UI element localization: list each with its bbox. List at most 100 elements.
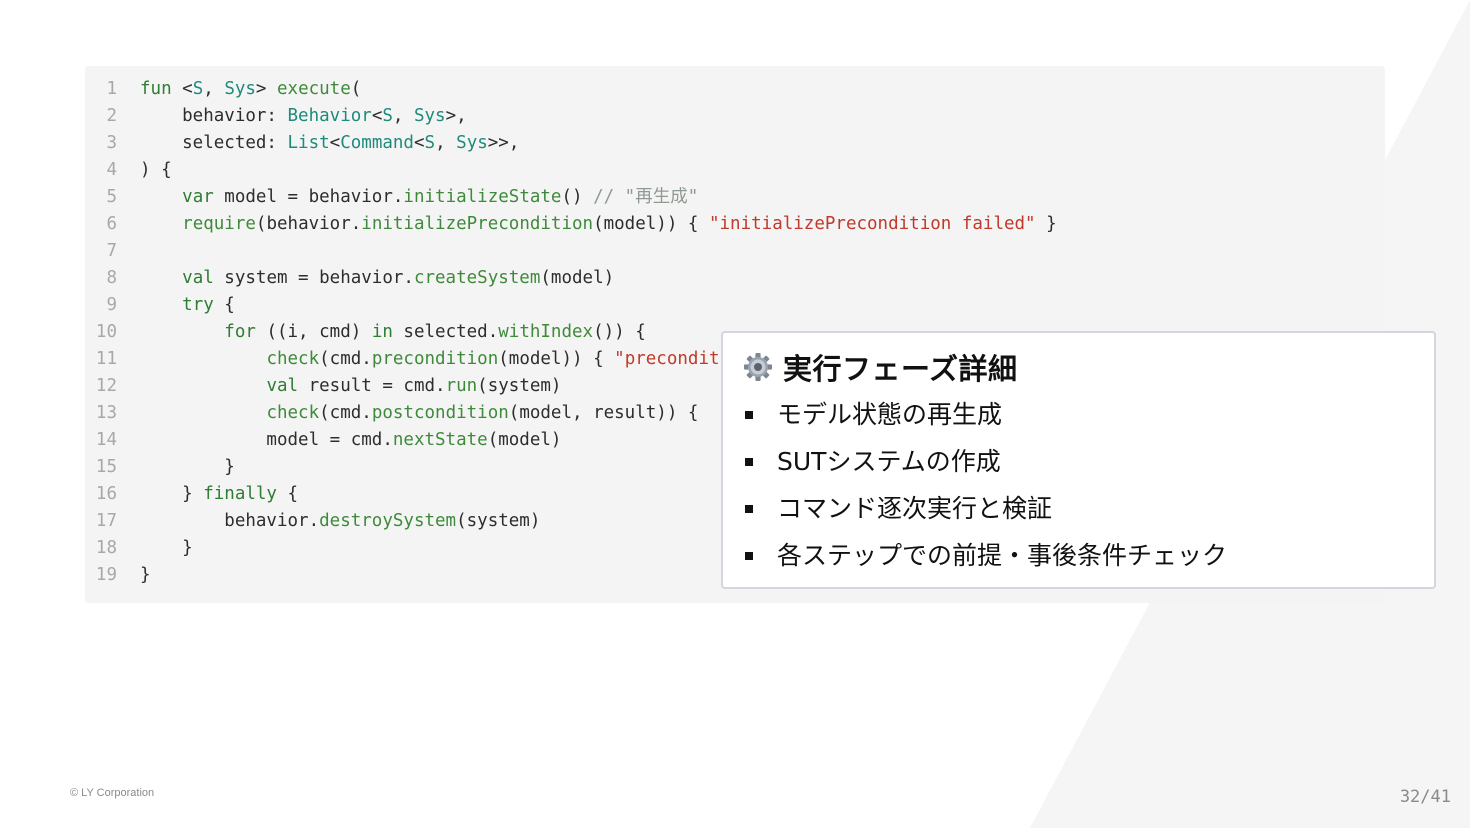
code-line: 4) { bbox=[85, 157, 1385, 184]
code-token: >, bbox=[445, 106, 467, 126]
code-text: val result = cmd.run(system) bbox=[140, 373, 561, 400]
code-token: system = behavior. bbox=[213, 268, 414, 288]
code-line: 1 fun <S, Sys> execute( bbox=[85, 76, 1385, 103]
line-number: 4 bbox=[106, 160, 117, 180]
code-token: S bbox=[192, 79, 204, 99]
code-text: } finally { bbox=[140, 481, 298, 508]
code-token: < bbox=[171, 79, 193, 99]
code-token: { bbox=[213, 295, 235, 315]
code-text: } bbox=[140, 562, 151, 589]
code-text: selected: List<Command<S, Sys>>, bbox=[140, 130, 519, 157]
code-token: > bbox=[255, 79, 277, 99]
code-text: check(cmd.precondition(model)) { "precon… bbox=[140, 346, 720, 373]
code-token: (model)) { bbox=[498, 349, 615, 369]
code-text: var model = behavior.initializeState() /… bbox=[140, 184, 698, 211]
code-token: precondition bbox=[371, 349, 499, 369]
code-token: result = cmd. bbox=[298, 376, 446, 396]
code-token: val bbox=[182, 268, 214, 288]
bullet-icon bbox=[745, 552, 753, 560]
code-text: fun <S, Sys> execute( bbox=[140, 76, 361, 103]
code-token: behavior: bbox=[140, 106, 288, 126]
footer-copyright: © LY Corporation bbox=[70, 787, 155, 799]
code-token: model = cmd. bbox=[140, 430, 393, 450]
list-item: SUTシステムの作成 bbox=[743, 438, 1227, 485]
code-token: < bbox=[329, 133, 341, 153]
line-number: 2 bbox=[106, 106, 117, 126]
code-token: selected. bbox=[392, 322, 499, 342]
code-token: run bbox=[445, 376, 478, 396]
line-number: 9 bbox=[106, 295, 117, 315]
list-item-text: 各ステップでの前提・事後条件チェック bbox=[777, 541, 1228, 570]
line-number: 3 bbox=[106, 133, 117, 153]
code-token: withIndex bbox=[498, 322, 594, 342]
code-token: () bbox=[561, 187, 594, 207]
list-item: コマンド逐次実行と検証 bbox=[743, 485, 1227, 532]
code-token: (system) bbox=[477, 376, 562, 396]
line-number: 8 bbox=[106, 268, 117, 288]
code-token: nextState bbox=[392, 430, 488, 450]
code-token: , bbox=[392, 106, 414, 126]
line-number: 19 bbox=[95, 565, 117, 585]
line-number: 18 bbox=[95, 538, 117, 558]
code-line: 9 try { bbox=[85, 292, 1385, 319]
page-number: 32/41 bbox=[1399, 787, 1451, 807]
code-token: , bbox=[435, 133, 457, 153]
line-number: 10 bbox=[95, 322, 117, 342]
line-number: 6 bbox=[106, 214, 117, 234]
popup-title: 実行フェーズ詳細 bbox=[783, 352, 1018, 386]
code-token: try bbox=[182, 295, 214, 315]
line-number: 5 bbox=[106, 187, 117, 207]
code-token: } bbox=[140, 538, 193, 558]
code-line: 7 bbox=[85, 238, 1385, 265]
list-item-text: モデル状態の再生成 bbox=[777, 400, 1003, 429]
code-text: check(cmd.postcondition(model, result)) … bbox=[140, 400, 709, 427]
code-token: behavior. bbox=[140, 511, 320, 531]
code-token: < bbox=[371, 106, 383, 126]
code-token: } bbox=[140, 484, 204, 504]
code-token: Sys bbox=[413, 106, 446, 126]
code-token: var bbox=[182, 187, 214, 207]
popup-list: モデル状態の再生成 SUTシステムの作成 コマンド逐次実行と検証 各ステップでの… bbox=[743, 391, 1227, 579]
code-token: "initializePrecondition failed" bbox=[708, 214, 1036, 234]
code-token: for bbox=[224, 322, 256, 342]
code-token: in bbox=[371, 322, 393, 342]
list-item-text: コマンド逐次実行と検証 bbox=[777, 494, 1053, 523]
code-token: "precondit bbox=[614, 349, 720, 369]
code-text: require(behavior.initializePrecondition(… bbox=[140, 211, 1057, 238]
code-token: selected: bbox=[140, 133, 288, 153]
code-token: (model) bbox=[540, 268, 615, 288]
code-token: (cmd. bbox=[319, 349, 372, 369]
detail-popup: 実行フェーズ詳細 モデル状態の再生成 SUTシステムの作成 コマンド逐次実行と検… bbox=[721, 331, 1436, 589]
line-number: 17 bbox=[95, 511, 117, 531]
line-number: 7 bbox=[106, 241, 117, 261]
code-token: S bbox=[424, 133, 436, 153]
code-token: destroySystem bbox=[319, 511, 457, 531]
code-token: Sys bbox=[224, 79, 256, 99]
gear-icon bbox=[744, 353, 772, 381]
code-text: val system = behavior.createSystem(model… bbox=[140, 265, 614, 292]
code-token: } bbox=[1035, 214, 1057, 234]
code-line: 2 behavior: Behavior<S, Sys>, bbox=[85, 103, 1385, 130]
code-line: 6 require(behavior.initializePreconditio… bbox=[85, 211, 1385, 238]
code-token: ( bbox=[350, 79, 362, 99]
code-token: { bbox=[276, 484, 299, 504]
code-token: (model) bbox=[487, 430, 562, 450]
code-token: , bbox=[203, 79, 225, 99]
popup-header: 実行フェーズ詳細 bbox=[743, 347, 1018, 387]
code-text: try { bbox=[140, 292, 235, 319]
code-token: S bbox=[382, 106, 393, 126]
code-token: } bbox=[140, 565, 151, 585]
code-token: (system) bbox=[456, 511, 541, 531]
code-line: 3 selected: List<Command<S, Sys>>, bbox=[85, 130, 1385, 157]
bullet-icon bbox=[745, 458, 753, 466]
code-token: execute bbox=[277, 79, 351, 99]
code-token: createSystem bbox=[413, 268, 541, 288]
code-token: (model, result)) { bbox=[508, 403, 709, 423]
line-number: 12 bbox=[95, 376, 117, 396]
code-token: finally bbox=[203, 484, 277, 504]
